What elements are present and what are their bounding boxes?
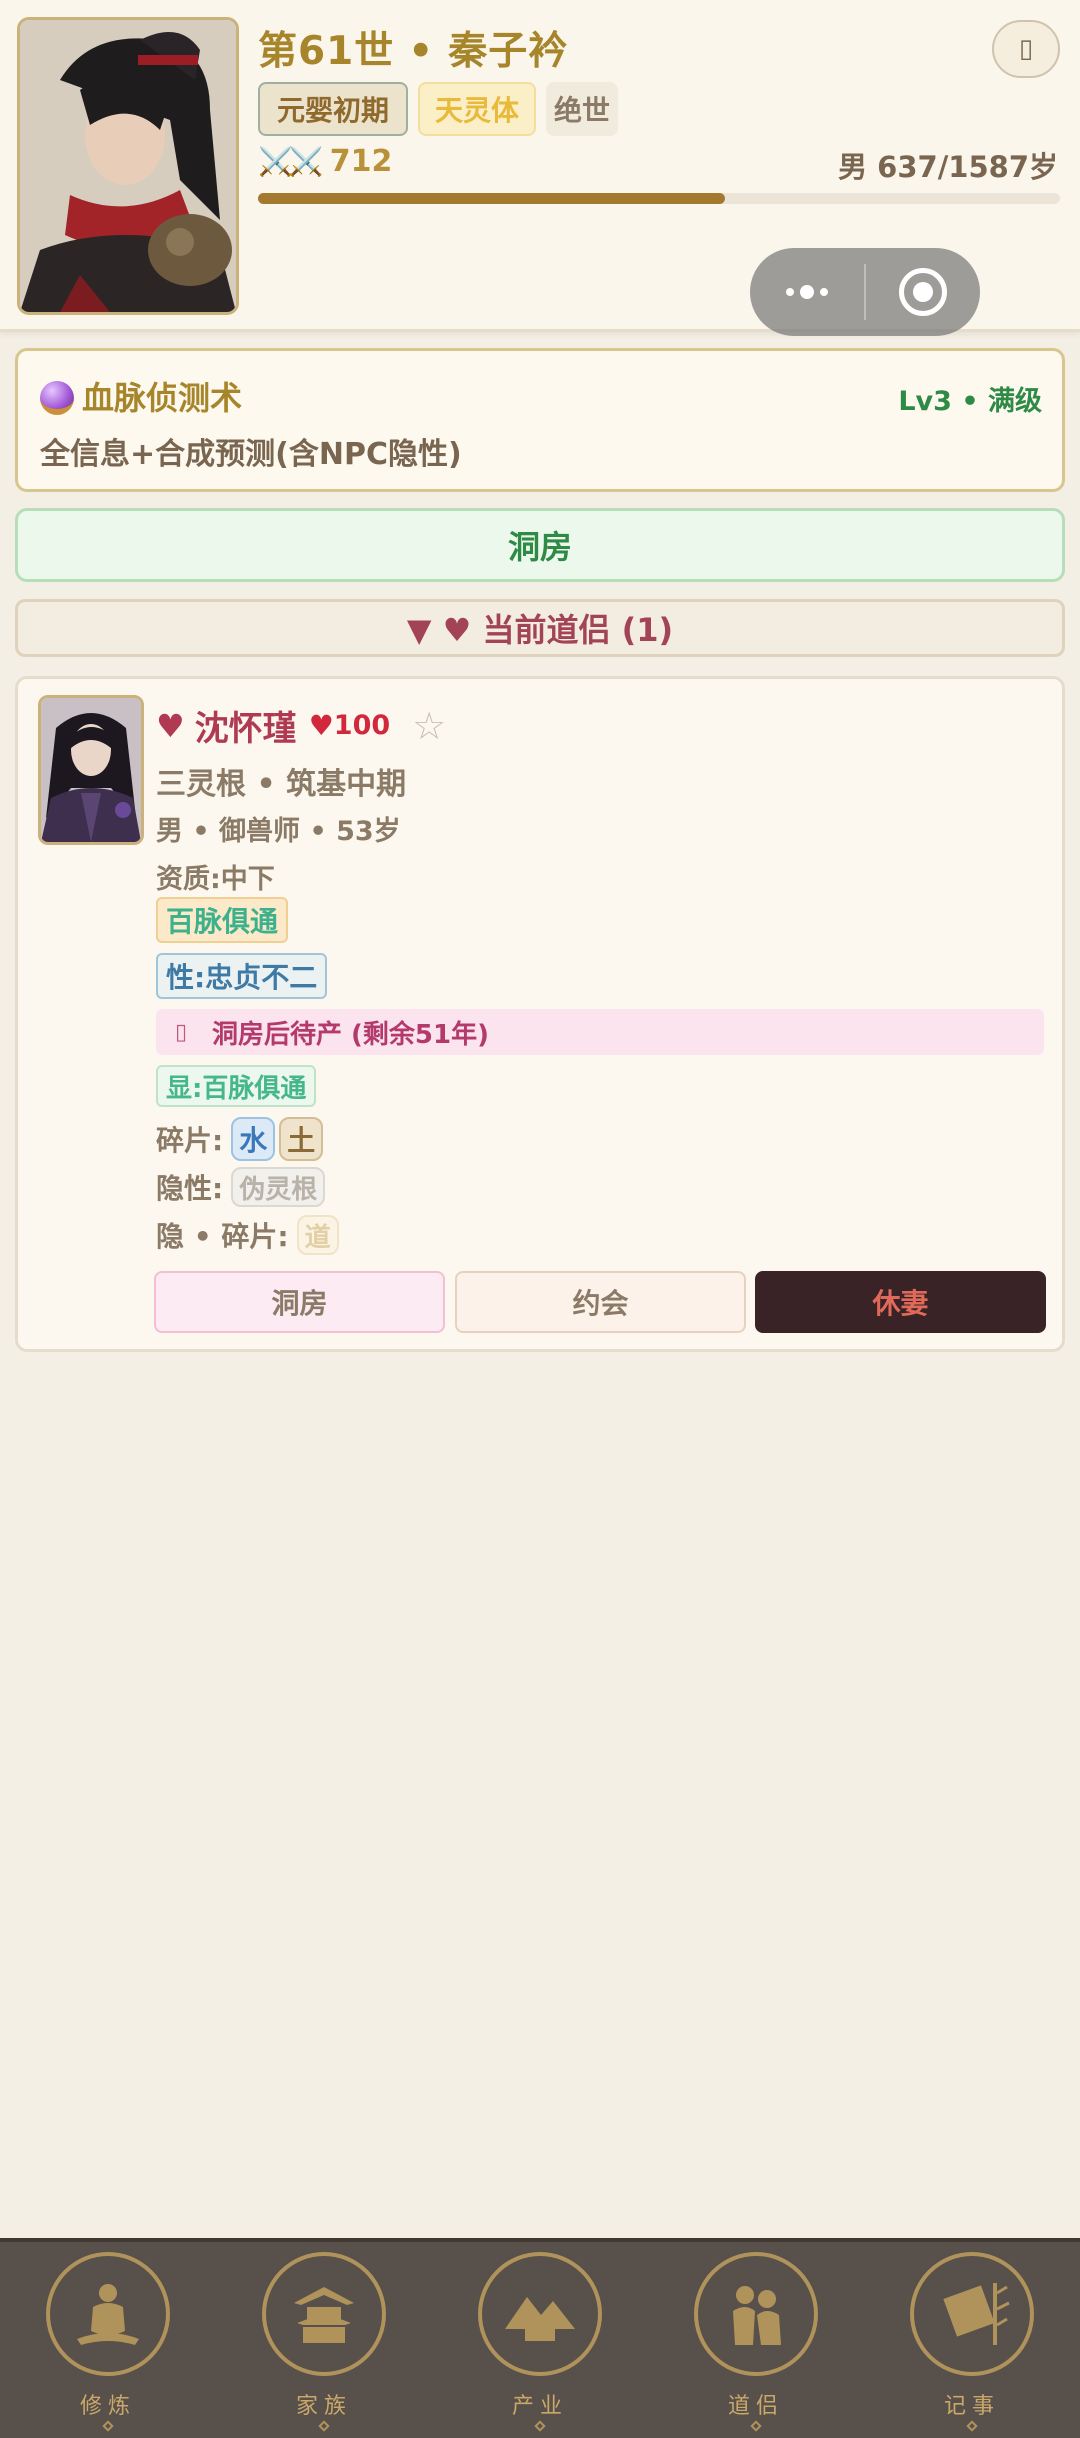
current-partners-toggle[interactable]: ▼ ♥ 当前道侣 (1) bbox=[15, 599, 1065, 657]
favorite-star-icon[interactable]: ☆ bbox=[412, 704, 446, 748]
nav-item-cultivate[interactable]: 修炼 bbox=[18, 2242, 198, 2438]
couple-icon bbox=[694, 2252, 818, 2376]
fragment-dao-chip: 道 bbox=[296, 1215, 339, 1255]
partner-date-button[interactable]: 约会 bbox=[455, 1271, 746, 1333]
more-options-button[interactable] bbox=[750, 248, 864, 336]
partner-divorce-button[interactable]: 休妻 bbox=[755, 1271, 1046, 1333]
crossed-swords-icon: ⚔️⚔️ bbox=[258, 145, 324, 178]
partner-nature-chip: 性:忠贞不二 bbox=[156, 953, 328, 999]
exit-icon: ▯ bbox=[1018, 34, 1034, 64]
nav-item-partner[interactable]: 道侣 bbox=[666, 2242, 846, 2438]
pregnancy-status: ▯ 洞房后待产 (剩余51年) bbox=[156, 1009, 1044, 1055]
pregnancy-icon: ▯ bbox=[174, 1019, 188, 1045]
lifespan-bar bbox=[258, 193, 1060, 204]
partner-chamber-button[interactable]: 洞房 bbox=[154, 1271, 445, 1333]
affection-heart-icon: ♥ bbox=[308, 709, 334, 742]
nav-indicator bbox=[966, 2420, 978, 2432]
partner-root-realm: 三灵根 • 筑基中期 bbox=[156, 767, 407, 802]
partner-avatar-image bbox=[41, 698, 141, 842]
bloodline-skill-card: 血脉侦测术 Lv3 • 满级 全信息+合成预测(含NPC隐性) bbox=[15, 348, 1065, 492]
bottom-navigation: 修炼 家族 产业 道侣 记事 bbox=[0, 2238, 1080, 2438]
nav-item-journal[interactable]: 记事 bbox=[882, 2242, 1062, 2438]
hidden-trait-row: 隐性: 伪灵根 bbox=[156, 1167, 329, 1207]
partner-card: ♥ 沈怀瑾 ♥ 100 ☆ 三灵根 • 筑基中期 男 • 御兽师 • 53岁 资… bbox=[15, 676, 1065, 1352]
close-circle-icon bbox=[899, 268, 947, 316]
character-name: 秦子衿 bbox=[448, 29, 569, 74]
partner-name: 沈怀瑾 bbox=[194, 709, 297, 749]
affection-value: 100 bbox=[333, 710, 391, 741]
nav-label-partner: 道侣 bbox=[727, 2394, 784, 2419]
nav-label-family: 家族 bbox=[295, 2394, 352, 2419]
scroll-icon bbox=[910, 2252, 1034, 2376]
lifespan-bar-fill bbox=[258, 193, 726, 204]
nav-label-cultivate: 修炼 bbox=[79, 2394, 136, 2419]
hidden-fragments-label: 隐 • 碎片: bbox=[156, 1220, 289, 1253]
nav-label-industry: 产业 bbox=[511, 2394, 568, 2419]
fragment-earth-chip: 土 bbox=[279, 1117, 324, 1161]
body-type-tag: 天灵体 bbox=[418, 82, 536, 136]
mini-program-capsule bbox=[750, 248, 980, 336]
crystal-ball-icon bbox=[40, 381, 74, 415]
combat-power-value: 712 bbox=[329, 144, 393, 179]
gender-age: 男 637/1587岁 bbox=[838, 150, 1058, 184]
meditation-icon bbox=[46, 2252, 170, 2376]
pavilion-icon bbox=[262, 2252, 386, 2376]
fragment-water-chip: 水 bbox=[231, 1117, 276, 1161]
hidden-trait-label: 隐性: bbox=[156, 1172, 224, 1205]
partner-heart-icon: ♥ bbox=[156, 706, 185, 745]
hidden-fragments-row: 隐 • 碎片: 道 bbox=[156, 1215, 343, 1255]
bridal-chamber-button[interactable]: 洞房 bbox=[15, 508, 1065, 582]
character-title: 第61世 • 秦子衿 bbox=[258, 20, 568, 76]
character-portrait[interactable] bbox=[17, 17, 239, 315]
generation-label: 第61世 bbox=[258, 29, 395, 74]
visible-trait-chip: 显:百脉俱通 bbox=[156, 1065, 317, 1107]
exit-button[interactable]: ▯ bbox=[992, 20, 1060, 78]
partner-name-row: ♥ 沈怀瑾 ♥ 100 ☆ bbox=[156, 701, 446, 750]
nav-indicator bbox=[318, 2420, 330, 2432]
skill-name: 血脉侦测术 bbox=[82, 379, 243, 417]
landscape-icon bbox=[478, 2252, 602, 2376]
more-dots-icon bbox=[786, 285, 828, 299]
partner-bio: 男 • 御兽师 • 53岁 bbox=[156, 816, 401, 847]
pregnancy-text: 洞房后待产 (剩余51年) bbox=[212, 1019, 489, 1050]
character-header: 第61世 • 秦子衿 ▯ 元婴初期 天灵体 绝世 ⚔️⚔️ 712 男 637/15… bbox=[0, 0, 1080, 336]
partner-avatar[interactable] bbox=[38, 695, 144, 845]
combat-power: ⚔️⚔️ 712 bbox=[258, 144, 392, 179]
nav-label-journal: 记事 bbox=[943, 2394, 1000, 2419]
fragments-row: 碎片: 水 土 bbox=[156, 1117, 327, 1161]
hidden-trait-chip: 伪灵根 bbox=[231, 1167, 326, 1207]
nav-item-family[interactable]: 家族 bbox=[234, 2242, 414, 2438]
skill-description: 全信息+合成预测(含NPC隐性) bbox=[40, 437, 462, 472]
grade-tag: 绝世 bbox=[546, 82, 618, 136]
realm-tag: 元婴初期 bbox=[258, 82, 408, 136]
nav-item-industry[interactable]: 产业 bbox=[450, 2242, 630, 2438]
title-separator: • bbox=[408, 29, 435, 74]
fragments-label: 碎片: bbox=[156, 1124, 224, 1157]
nav-indicator bbox=[534, 2420, 546, 2432]
partner-aptitude: 资质:中下 bbox=[156, 864, 275, 895]
nav-indicator bbox=[750, 2420, 762, 2432]
partner-trait-chip: 百脉俱通 bbox=[156, 897, 289, 943]
character-portrait-image bbox=[20, 20, 236, 312]
nav-indicator bbox=[102, 2420, 114, 2432]
close-mini-program-button[interactable] bbox=[866, 248, 980, 336]
skill-level: Lv3 • 满级 bbox=[898, 386, 1042, 417]
